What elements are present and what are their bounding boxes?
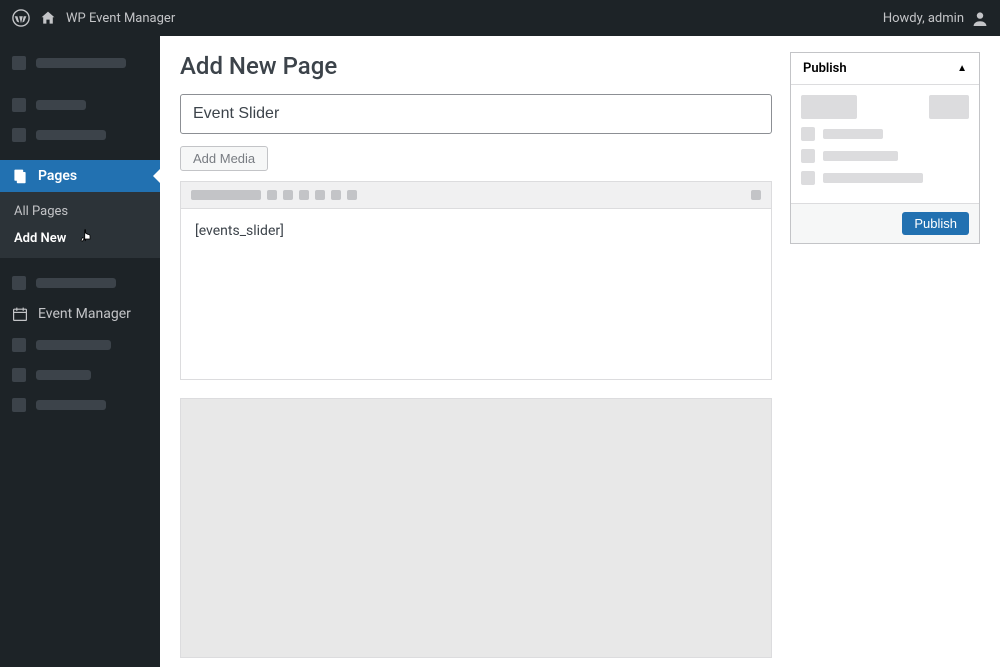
toolbar-placeholder[interactable] [267,190,277,200]
sidebar-item-placeholder[interactable] [0,90,160,120]
wordpress-icon[interactable] [12,9,30,27]
publish-header[interactable]: Publish ▲ [791,53,979,85]
publish-button[interactable]: Publish [902,212,969,235]
toolbar-placeholder[interactable] [751,190,761,200]
admin-topbar: WP Event Manager Howdy, admin [0,0,1000,36]
toolbar-placeholder[interactable] [347,190,357,200]
page-title-input[interactable] [180,94,772,134]
sidebar-item-placeholder[interactable] [0,268,160,298]
calendar-icon [12,306,28,322]
sidebar-item-event-manager[interactable]: Event Manager [0,298,160,330]
visibility-placeholder [823,151,898,161]
sidebar-item-placeholder[interactable] [0,360,160,390]
event-manager-label: Event Manager [38,306,131,322]
sidebar-pages-label: Pages [38,168,77,184]
visibility-icon-placeholder [801,149,815,163]
metabox-placeholder [180,398,772,658]
cursor-pointer-icon [78,228,96,250]
editor-textarea[interactable]: [events_slider] [181,209,771,379]
site-name[interactable]: WP Event Manager [66,11,175,26]
sidebar-item-placeholder[interactable] [0,390,160,420]
toolbar-placeholder[interactable] [315,190,325,200]
editor-toolbar [181,182,771,209]
user-icon[interactable] [972,10,988,26]
publish-metabox: Publish ▲ Publish [790,52,980,244]
main-content: Add New Page Add Media [events_slider] [160,36,1000,667]
save-draft-placeholder[interactable] [801,95,857,119]
sidebar-item-placeholder[interactable] [0,48,160,78]
page-title: Add New Page [180,52,772,80]
schedule-placeholder [823,173,923,183]
sidebar-item-pages[interactable]: Pages [0,160,160,192]
toolbar-placeholder[interactable] [191,190,261,200]
publish-header-label: Publish [803,61,847,76]
toolbar-placeholder[interactable] [283,190,293,200]
submenu-all-pages[interactable]: All Pages [0,198,160,225]
sidebar-item-placeholder[interactable] [0,330,160,360]
content-editor: [events_slider] [180,181,772,380]
toolbar-placeholder[interactable] [299,190,309,200]
add-media-button[interactable]: Add Media [180,146,268,171]
admin-sidebar: Pages All Pages Add New Event Manager [0,36,160,667]
pages-icon [12,168,28,184]
user-greeting[interactable]: Howdy, admin [883,11,964,26]
collapse-icon: ▲ [957,63,967,74]
status-icon-placeholder [801,127,815,141]
preview-placeholder[interactable] [929,95,969,119]
schedule-icon-placeholder [801,171,815,185]
home-icon[interactable] [40,10,56,26]
status-placeholder [823,129,883,139]
toolbar-placeholder[interactable] [331,190,341,200]
sidebar-item-placeholder[interactable] [0,120,160,150]
